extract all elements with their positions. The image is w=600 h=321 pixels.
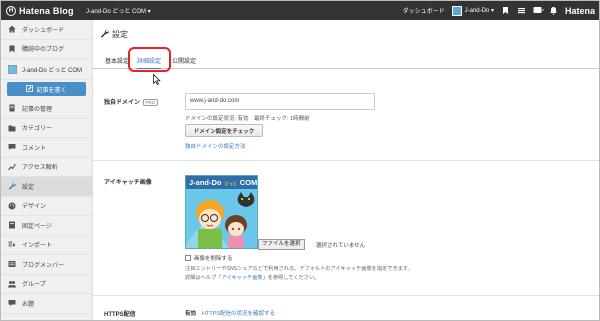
choose-file-button[interactable]: ファイルを選択 <box>258 239 305 250</box>
https-label: HTTPS配信 <box>104 312 136 318</box>
dashboard-link[interactable]: ダッシュボード <box>403 6 445 15</box>
highlight-annotation <box>128 47 171 72</box>
page-icon <box>8 221 16 229</box>
bookmark-icon <box>8 45 16 53</box>
hatena-brand[interactable]: Hatena <box>565 6 595 16</box>
tab-basic-settings[interactable]: 基本設定 <box>105 56 129 65</box>
document-icon <box>8 104 16 112</box>
logo-text: Hatena Blog <box>19 5 74 16</box>
write-article-button[interactable]: 記事を書く <box>7 82 86 96</box>
eyecatch-help-prefix: 詳細はヘルプ「 <box>185 275 222 281</box>
sidebar-item-categories[interactable]: カテゴリー <box>1 119 92 138</box>
eyecatch-help-note: 詳細はヘルプ「アイキャッチ画像」を参照してください。 <box>185 274 319 281</box>
topic-icon <box>8 299 16 307</box>
sidebar-item-label: ダッシュボード <box>22 27 65 34</box>
sidebar-item-topics[interactable]: お題 <box>1 294 92 314</box>
domain-label: 独自ドメイン PRO <box>104 97 158 106</box>
divider <box>93 295 599 296</box>
https-status-link[interactable]: HTTPS配信の状況を確認する <box>202 309 275 317</box>
pencil-icon <box>26 84 34 94</box>
sidebar-item-articles[interactable]: 記事の管理 <box>1 99 92 119</box>
remove-image-label: 画像を削除する <box>194 256 233 262</box>
domain-input[interactable]: www.j-and-do.com <box>185 93 375 110</box>
wrench-icon <box>100 29 109 40</box>
import-icon <box>8 241 16 249</box>
sidebar-item-label: アクセス解析 <box>22 165 58 172</box>
sidebar-item-dashboard[interactable]: ダッシュボード <box>1 20 92 40</box>
sidebar-item-settings[interactable]: 設定 <box>1 177 92 197</box>
eyecatch-banner: J-and-Do どっと COM <box>186 176 258 189</box>
eyecatch-banner-left: J-and-Do <box>189 178 222 187</box>
blog-name-label: J-and-Do どっと COM <box>22 67 83 74</box>
members-icon <box>8 260 16 268</box>
eyecatch-help-suffix: 」を参照してください。 <box>262 275 320 281</box>
top-bar: H Hatena Blog J-and-Do どっと COM ▾ ダッシュボード… <box>1 1 599 20</box>
sidebar-item-design[interactable]: デザイン <box>1 197 92 216</box>
sidebar-item-analytics[interactable]: アクセス解析 <box>1 158 92 177</box>
menu-icon[interactable] <box>517 6 526 15</box>
sidebar-item-label: お題 <box>22 301 35 308</box>
notification-icon[interactable] <box>533 6 544 15</box>
domain-status: ドメインの設定状況: 有効 最終チェック: 1時間前 <box>185 116 310 122</box>
page-title: 設定 <box>100 29 128 40</box>
sidebar-item-label: 固定ページ <box>22 223 52 230</box>
sidebar-item-import[interactable]: インポート <box>1 236 92 255</box>
home-icon <box>8 25 16 33</box>
sidebar-item-group[interactable]: グループ <box>1 275 92 294</box>
browser-frame: H Hatena Blog J-and-Do どっと COM ▾ ダッシュボード… <box>0 0 600 321</box>
blog-thumbnail <box>8 64 17 74</box>
wrench-icon <box>8 182 16 190</box>
pro-badge: PRO <box>143 98 158 106</box>
sidebar-item-label: 設定 <box>22 184 35 191</box>
sidebar-blog-name[interactable]: J-and-Do どっと COM <box>1 59 92 80</box>
page-title-text: 設定 <box>112 30 128 39</box>
bell-icon[interactable] <box>549 6 558 15</box>
bookmark-icon[interactable] <box>501 6 510 15</box>
sidebar-item-fixed-pages[interactable]: 固定ページ <box>1 216 92 236</box>
divider <box>93 160 599 161</box>
chart-icon <box>8 163 16 171</box>
remove-image-checkbox[interactable] <box>185 255 191 261</box>
write-article-label: 記事を書く <box>36 87 67 94</box>
domain-help-link[interactable]: 独自ドメインの設定方法 <box>185 142 246 150</box>
sidebar-item-label: インポート <box>22 243 53 250</box>
eyecatch-image: J-and-Do どっと COM <box>185 175 258 249</box>
main-content: 設定 基本設定 詳細設定 公開設定 独自ドメイン PRO www.j-and-do… <box>93 20 599 320</box>
check-domain-button[interactable]: ドメイン設定をチェック <box>185 124 263 137</box>
logo-mark: H <box>6 5 16 16</box>
group-icon <box>8 280 16 288</box>
user-avatar <box>451 5 462 16</box>
sidebar-item-label: グループ <box>22 282 46 289</box>
sidebar: ダッシュボード 購読中のブログ J-and-Do どっと COM 記事を書く 記… <box>1 20 93 320</box>
eyecatch-banner-mid: どっと <box>224 181 237 186</box>
sidebar-item-comments[interactable]: コメント <box>1 138 92 158</box>
file-status: 選択されていません <box>316 243 366 249</box>
https-status: 有効 <box>185 311 197 317</box>
mouse-cursor-icon <box>153 73 161 85</box>
sidebar-item-label: 購読中のブログ <box>22 47 65 54</box>
eyecatch-banner-right: COM <box>239 178 258 187</box>
sidebar-item-label: デザイン <box>22 204 47 211</box>
remove-image-option[interactable]: 画像を削除する <box>185 254 233 262</box>
sidebar-item-label: カテゴリー <box>22 126 53 133</box>
tab-publish-settings[interactable]: 公開設定 <box>172 56 196 65</box>
palette-icon <box>8 202 16 210</box>
folder-icon <box>8 124 16 132</box>
sidebar-item-label: ブログメンバー <box>22 262 65 269</box>
sidebar-item-subscriptions[interactable]: 購読中のブログ <box>1 40 92 59</box>
sidebar-item-members[interactable]: ブログメンバー <box>1 255 92 275</box>
sidebar-item-label: コメント <box>22 145 47 152</box>
eyecatch-label: アイキャッチ画像 <box>104 180 152 186</box>
sidebar-item-label: 記事の管理 <box>22 106 53 113</box>
eyecatch-help-link[interactable]: アイキャッチ画像 <box>221 275 262 281</box>
top-bar-right: ダッシュボード J-and-Do ▾ Hatena <box>403 1 599 20</box>
hatena-blog-logo[interactable]: H Hatena Blog <box>6 5 74 16</box>
comment-icon <box>8 143 16 151</box>
blog-selector[interactable]: J-and-Do どっと COM ▾ <box>86 6 151 15</box>
user-menu[interactable]: J-and-Do ▾ <box>451 5 494 16</box>
user-name: J-and-Do ▾ <box>464 8 494 14</box>
eyecatch-illustration <box>186 189 257 248</box>
eyecatch-note: 注目エントリーやSNSシェアなどで利用される、デフォルトのアイキャッチ画像を指定… <box>185 266 413 272</box>
domain-label-text: 独自ドメイン <box>104 100 141 106</box>
